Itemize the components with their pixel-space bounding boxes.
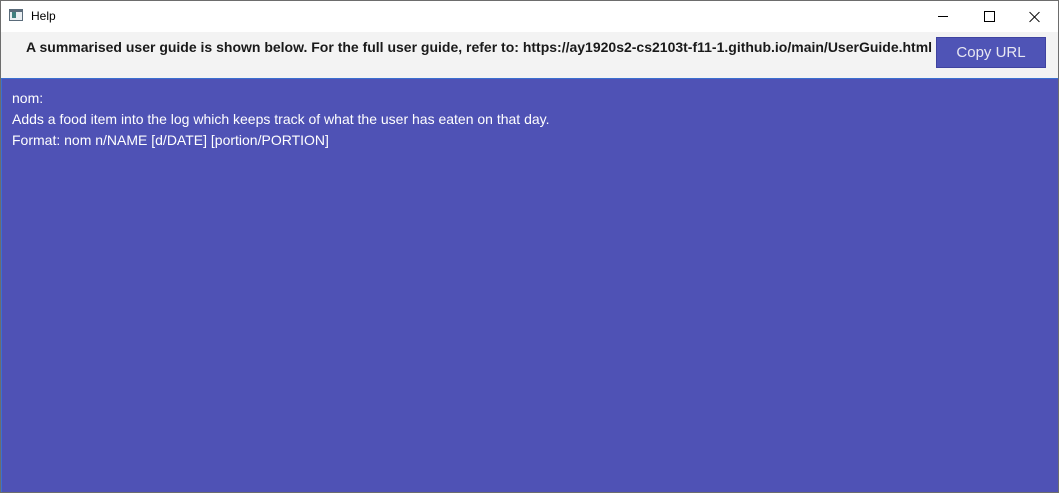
- help-window: Help A summarised user guide is shown be…: [0, 0, 1059, 493]
- help-text: nom: Adds a food item into the log which…: [12, 88, 550, 151]
- maximize-button[interactable]: [966, 1, 1012, 32]
- minimize-button[interactable]: [920, 1, 966, 32]
- title-bar[interactable]: Help: [1, 1, 1058, 32]
- close-button[interactable]: [1012, 1, 1058, 32]
- copy-url-button[interactable]: Copy URL: [936, 37, 1046, 68]
- command-format: Format: nom n/NAME [d/DATE] [portion/POR…: [12, 132, 329, 148]
- maximize-icon: [983, 11, 995, 22]
- user-guide-message: A summarised user guide is shown below. …: [26, 39, 933, 55]
- window-app-icon: [9, 9, 23, 21]
- help-header: A summarised user guide is shown below. …: [1, 32, 1058, 78]
- command-name: nom:: [12, 90, 44, 106]
- minimize-icon: [938, 16, 948, 17]
- window-title: Help: [31, 9, 56, 23]
- close-icon: [1029, 11, 1041, 23]
- command-description: Adds a food item into the log which keep…: [12, 111, 550, 127]
- help-content-area[interactable]: nom: Adds a food item into the log which…: [1, 78, 1058, 492]
